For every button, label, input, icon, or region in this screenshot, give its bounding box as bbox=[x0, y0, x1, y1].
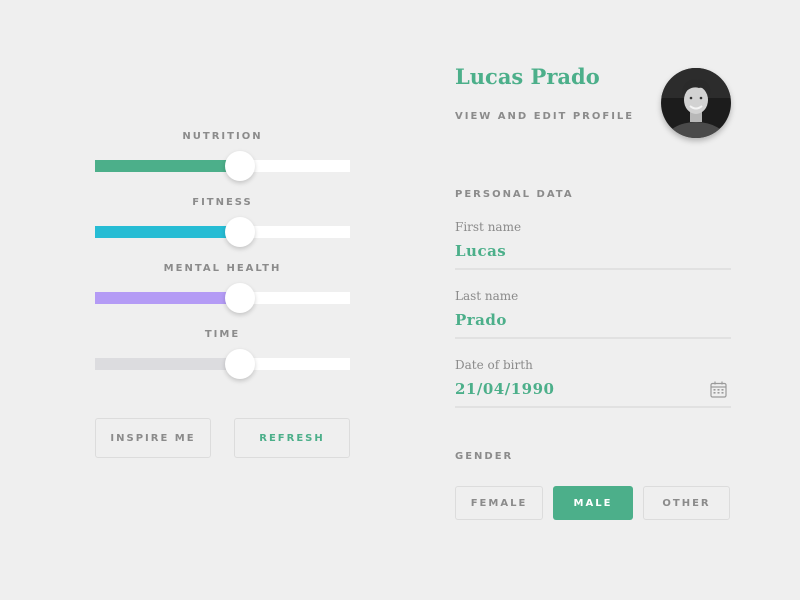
dob-label: Date of birth bbox=[455, 358, 533, 372]
gender-option-female[interactable]: FEMALE bbox=[455, 486, 543, 520]
inspire-me-label: INSPIRE ME bbox=[110, 432, 196, 444]
slider-label-time: TIME bbox=[204, 329, 241, 340]
gender-option-other[interactable]: OTHER bbox=[643, 486, 730, 520]
slider-time[interactable]: TIME bbox=[95, 328, 350, 379]
dob-underline bbox=[455, 406, 731, 408]
gender-heading: GENDER bbox=[455, 451, 514, 462]
slider-track-fitness[interactable] bbox=[95, 226, 350, 238]
dob-field[interactable]: 21/04/1990 bbox=[455, 380, 554, 398]
first-name-field[interactable]: Lucas bbox=[455, 242, 506, 260]
slider-track-nutrition[interactable] bbox=[95, 160, 350, 172]
slider-label-mental-health: MENTAL HEALTH bbox=[163, 263, 282, 274]
slider-knob-time[interactable] bbox=[225, 349, 256, 379]
last-name-field[interactable]: Prado bbox=[455, 311, 507, 329]
slider-track-mental-health[interactable] bbox=[95, 292, 350, 304]
avatar-image bbox=[661, 68, 731, 138]
slider-fill-nutrition bbox=[95, 160, 241, 172]
refresh-label: REFRESH bbox=[259, 432, 325, 444]
slider-nutrition[interactable]: NUTRITION bbox=[95, 130, 350, 181]
last-name-underline bbox=[455, 337, 731, 339]
slider-knob-mental-health[interactable] bbox=[225, 283, 256, 313]
slider-fitness[interactable]: FITNESS bbox=[95, 196, 350, 247]
slider-mental-health[interactable]: MENTAL HEALTH bbox=[95, 262, 350, 313]
first-name-label: First name bbox=[455, 220, 522, 234]
slider-fill-fitness bbox=[95, 226, 241, 238]
user-avatar-photo[interactable] bbox=[661, 68, 731, 138]
gender-male-label: MALE bbox=[573, 497, 613, 509]
slider-label-nutrition: NUTRITION bbox=[182, 131, 263, 142]
slider-fill-mental-health bbox=[95, 292, 241, 304]
last-name-label: Last name bbox=[455, 289, 519, 303]
first-name-underline bbox=[455, 268, 731, 270]
slider-fill-time bbox=[95, 358, 241, 370]
gender-other-label: OTHER bbox=[662, 497, 711, 509]
calendar-icon[interactable] bbox=[710, 381, 727, 398]
personal-data-heading: PERSONAL DATA bbox=[455, 189, 574, 200]
view-edit-profile-link[interactable]: VIEW AND EDIT PROFILE bbox=[455, 111, 634, 122]
slider-knob-fitness[interactable] bbox=[225, 217, 256, 247]
refresh-button[interactable]: REFRESH bbox=[234, 418, 350, 458]
gender-female-label: FEMALE bbox=[470, 497, 528, 509]
slider-track-time[interactable] bbox=[95, 358, 350, 370]
gender-option-male[interactable]: MALE bbox=[553, 486, 633, 520]
slider-knob-nutrition[interactable] bbox=[225, 151, 256, 181]
inspire-me-button[interactable]: INSPIRE ME bbox=[95, 418, 211, 458]
profile-name: Lucas Prado bbox=[455, 64, 600, 89]
slider-label-fitness: FITNESS bbox=[192, 197, 253, 208]
